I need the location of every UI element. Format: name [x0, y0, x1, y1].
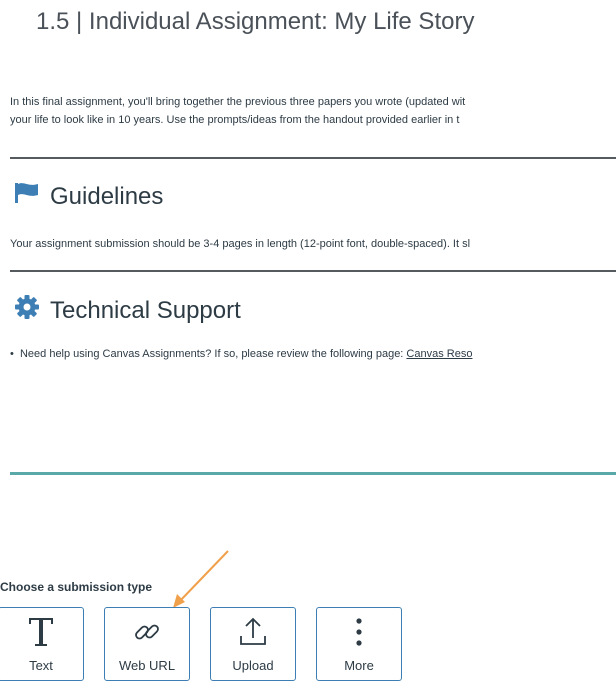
guidelines-heading-text: Guidelines [50, 182, 164, 210]
flag-icon [14, 181, 40, 212]
bullet: • [10, 348, 20, 360]
submission-type-label-text: Web URL [118, 658, 176, 673]
submission-more-button[interactable]: More [316, 607, 402, 681]
support-text: Need help using Canvas Assignments? If s… [19, 348, 407, 360]
more-icon [354, 614, 364, 650]
submission-text-button[interactable]: Text [0, 607, 84, 681]
divider [10, 157, 616, 159]
intro-line-2: your life to look like in 10 years. Use … [10, 114, 460, 126]
text-icon [26, 614, 56, 650]
submission-type-label-text: More [344, 658, 374, 673]
submission-web-url-button[interactable]: Web URL [104, 607, 190, 681]
page-title: 1.5 | Individual Assignment: My Life Sto… [36, 8, 475, 35]
annotation-arrow-icon [173, 550, 229, 608]
upload-icon [238, 614, 268, 650]
submission-upload-button[interactable]: Upload [210, 607, 296, 681]
gear-icon [14, 294, 40, 327]
link-icon [132, 614, 162, 650]
submission-type-buttons: Text Web URL Upload More [0, 607, 402, 681]
assignment-intro: In this final assignment, you'll bring t… [10, 93, 616, 129]
canvas-resources-link[interactable]: Canvas Reso [406, 348, 472, 360]
guidelines-heading: Guidelines [14, 181, 163, 212]
support-list-item: • Need help using Canvas Assignments? If… [10, 346, 616, 362]
technical-support-heading: Technical Support [14, 294, 241, 327]
submission-type-label-text: Upload [232, 658, 274, 673]
intro-line-1: In this final assignment, you'll bring t… [10, 96, 466, 108]
content-footer-bar [10, 472, 616, 475]
guidelines-text: Your assignment submission should be 3-4… [10, 238, 471, 250]
submission-type-label-text: Text [29, 658, 53, 673]
technical-support-heading-text: Technical Support [50, 296, 241, 324]
divider [10, 270, 616, 272]
submission-type-label: Choose a submission type [0, 580, 153, 594]
